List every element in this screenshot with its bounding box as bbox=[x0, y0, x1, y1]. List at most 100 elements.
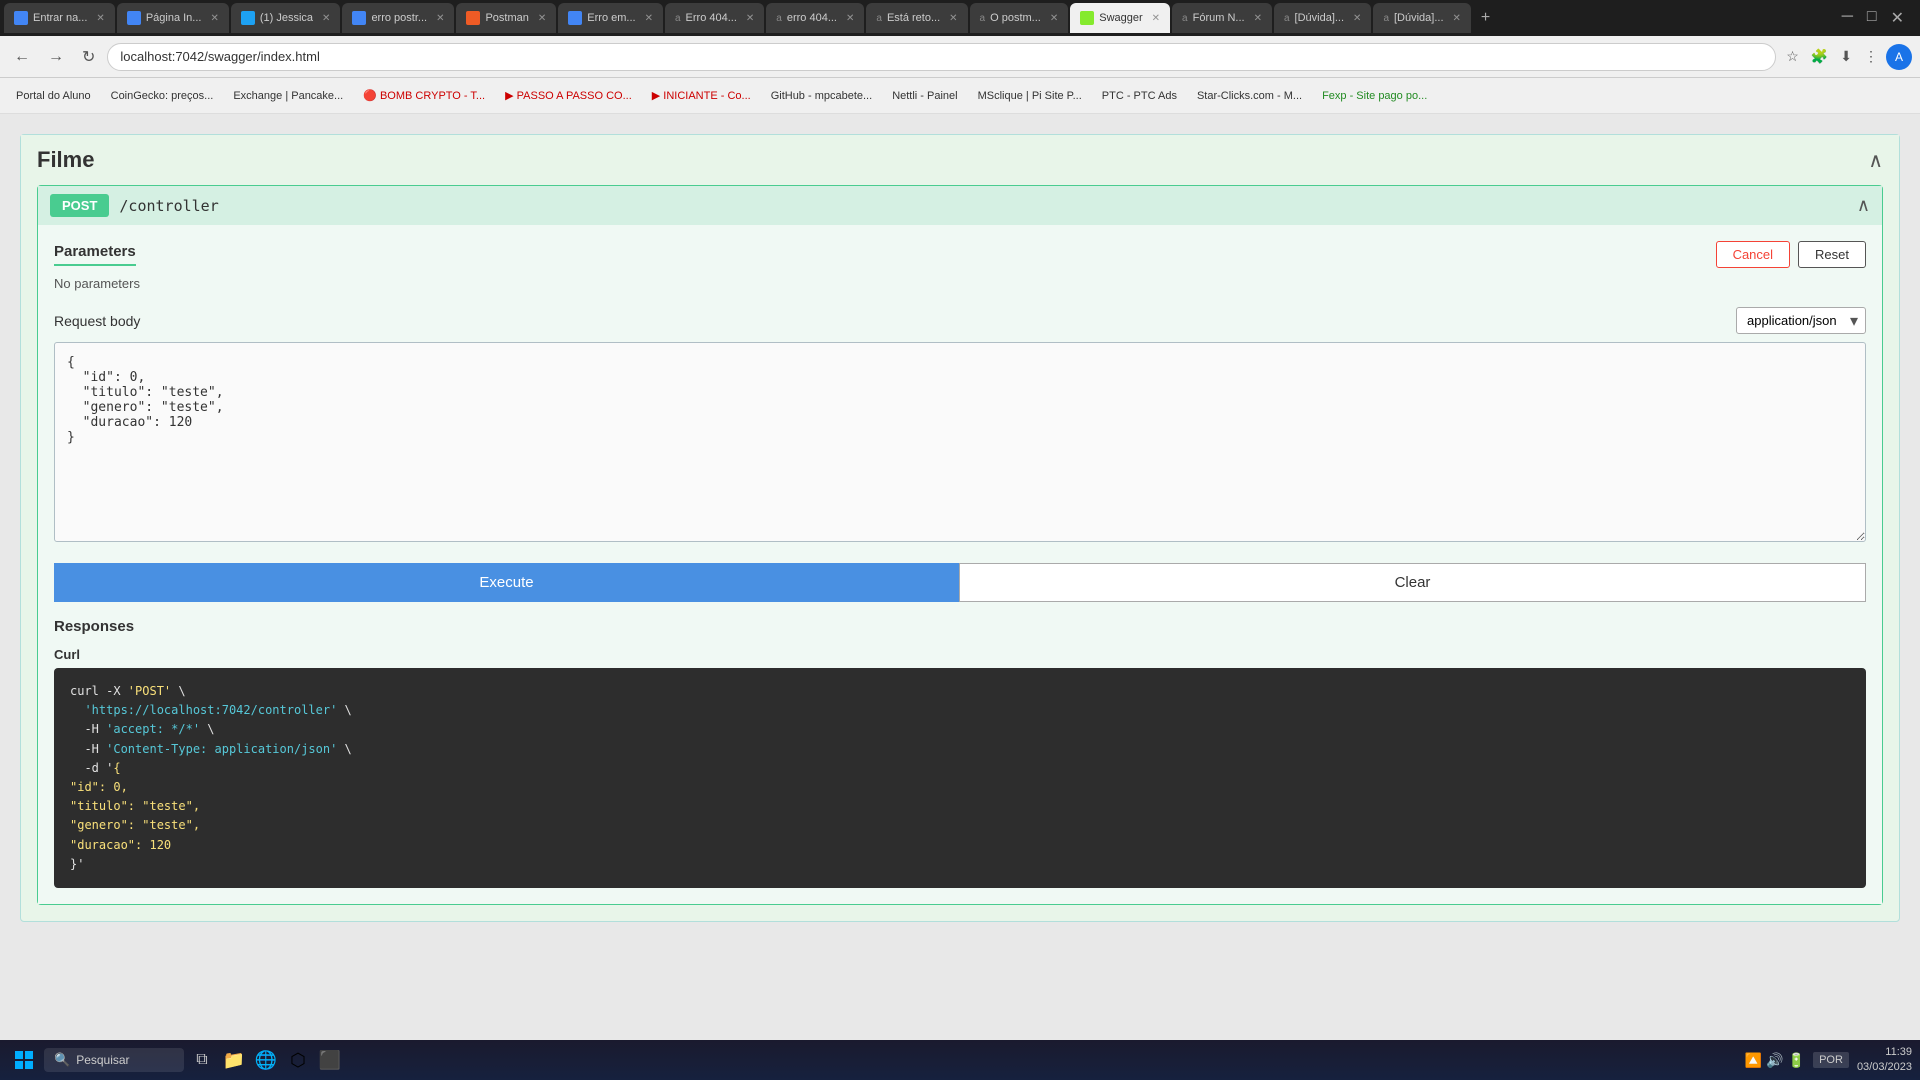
bookmark-portal-aluno[interactable]: Portal do Aluno bbox=[8, 87, 99, 105]
tab-close-6[interactable]: ✕ bbox=[645, 13, 653, 24]
tab-esta-reto[interactable]: a Está reto... ✕ bbox=[866, 3, 967, 33]
tab-forum[interactable]: a Fórum N... ✕ bbox=[1172, 3, 1272, 33]
minimize-button[interactable]: ─ bbox=[1838, 4, 1857, 32]
tray-icons: 🔼 🔊 🔋 bbox=[1745, 1052, 1805, 1069]
bookmark-fexp[interactable]: Fexp - Site pago po... bbox=[1314, 87, 1435, 105]
bookmark-starclicks[interactable]: Star-Clicks.com - M... bbox=[1189, 87, 1310, 105]
settings-button[interactable]: ⋮ bbox=[1860, 44, 1882, 69]
section-title: Filme bbox=[37, 147, 94, 173]
tab-close-5[interactable]: ✕ bbox=[538, 13, 546, 24]
forward-button[interactable]: → bbox=[42, 44, 70, 70]
system-clock[interactable]: 11:39 03/03/2023 bbox=[1857, 1045, 1912, 1076]
bookmark-exchange[interactable]: Exchange | Pancake... bbox=[225, 87, 351, 105]
section-collapse-icon[interactable]: ∧ bbox=[1868, 148, 1883, 173]
cancel-button[interactable]: Cancel bbox=[1716, 241, 1790, 268]
bookmark-star-button[interactable]: ☆ bbox=[1782, 44, 1803, 69]
url-text: localhost:7042/swagger/index.html bbox=[120, 49, 319, 64]
bookmark-coingecko[interactable]: CoinGecko: preços... bbox=[103, 87, 222, 105]
responses-title: Responses bbox=[54, 618, 1866, 635]
bookmark-github[interactable]: GitHub - mpcabete... bbox=[763, 87, 881, 105]
powershell-button[interactable]: ⬛ bbox=[316, 1046, 344, 1074]
tab-jessica[interactable]: (1) Jessica ✕ bbox=[231, 3, 341, 33]
tab-close-11[interactable]: ✕ bbox=[1152, 13, 1160, 24]
file-explorer-button[interactable]: 📁 bbox=[220, 1046, 248, 1074]
tab-close-10[interactable]: ✕ bbox=[1050, 13, 1058, 24]
req-body-title: Request body bbox=[54, 313, 140, 329]
bookmark-passo[interactable]: ▶ PASSO A PASSO CO... bbox=[497, 86, 640, 105]
tab-entrar[interactable]: Entrar na... ✕ bbox=[4, 3, 115, 33]
curl-code-block: curl -X 'POST' \ 'https://localhost:7042… bbox=[54, 668, 1866, 888]
request-body-section: Request body application/json { "id": 0,… bbox=[54, 307, 1866, 547]
action-buttons: Execute Clear bbox=[54, 563, 1866, 602]
req-body-header: Request body application/json bbox=[54, 307, 1866, 334]
endpoint-block-post: POST /controller ∧ Parameters Cancel Res… bbox=[37, 185, 1883, 905]
reset-button[interactable]: Reset bbox=[1798, 241, 1866, 268]
tab-erro-em[interactable]: Erro em... ✕ bbox=[558, 3, 663, 33]
clock-time: 11:39 bbox=[1857, 1045, 1912, 1060]
downloads-button[interactable]: ⬇ bbox=[1836, 44, 1856, 69]
tab-postman[interactable]: Postman ✕ bbox=[456, 3, 556, 33]
tab-close-14[interactable]: ✕ bbox=[1453, 13, 1461, 24]
tab-close[interactable]: ✕ bbox=[96, 13, 104, 24]
close-window-button[interactable]: ✕ bbox=[1887, 4, 1908, 32]
bookmark-nettli[interactable]: Nettli - Painel bbox=[884, 87, 965, 105]
execute-button[interactable]: Execute bbox=[54, 563, 959, 602]
taskbar-search[interactable]: 🔍 Pesquisar bbox=[44, 1048, 184, 1072]
main-content: Filme ∧ POST /controller ∧ Parameters Ca… bbox=[0, 114, 1920, 1040]
language-badge[interactable]: POR bbox=[1813, 1052, 1849, 1068]
vscode-button[interactable]: ⬡ bbox=[284, 1046, 312, 1074]
browser-icon: 🌐 bbox=[255, 1050, 277, 1071]
tab-duvida-1[interactable]: a [Dúvida]... ✕ bbox=[1274, 3, 1371, 33]
tab-close-9[interactable]: ✕ bbox=[949, 13, 957, 24]
tab-close-13[interactable]: ✕ bbox=[1353, 13, 1361, 24]
tab-duvida-2[interactable]: a [Dúvida]... ✕ bbox=[1373, 3, 1470, 33]
curl-section: Curl curl -X 'POST' \ 'https://localhost… bbox=[54, 647, 1866, 888]
tab-pagina[interactable]: Página In... ✕ bbox=[117, 3, 229, 33]
profile-avatar[interactable]: A bbox=[1886, 44, 1912, 70]
tab-close-2[interactable]: ✕ bbox=[210, 13, 218, 24]
bookmark-iniciante[interactable]: ▶ INICIANTE - Co... bbox=[644, 86, 759, 105]
responses-section: Responses Curl curl -X 'POST' \ 'https:/… bbox=[54, 618, 1866, 888]
taskview-icon: ⧉ bbox=[196, 1051, 207, 1069]
tab-close-4[interactable]: ✕ bbox=[436, 13, 444, 24]
start-button[interactable] bbox=[8, 1044, 40, 1076]
content-type-select[interactable]: application/json bbox=[1736, 307, 1866, 334]
swagger-filme-section: Filme ∧ POST /controller ∧ Parameters Ca… bbox=[20, 134, 1900, 922]
tab-erro-postr[interactable]: erro postr... ✕ bbox=[342, 3, 454, 33]
tab-swagger[interactable]: Swagger ✕ bbox=[1070, 3, 1170, 33]
tab-close-12[interactable]: ✕ bbox=[1254, 13, 1262, 24]
battery-icon[interactable]: 🔋 bbox=[1788, 1052, 1805, 1069]
speaker-icon[interactable]: 🔊 bbox=[1766, 1052, 1783, 1069]
maximize-button[interactable]: □ bbox=[1863, 4, 1881, 32]
navigation-bar: ← → ↻ localhost:7042/swagger/index.html … bbox=[0, 36, 1920, 78]
endpoint-header[interactable]: POST /controller ∧ bbox=[38, 186, 1882, 225]
extensions-button[interactable]: 🧩 bbox=[1807, 44, 1832, 69]
taskview-button[interactable]: ⧉ bbox=[188, 1046, 216, 1074]
tab-close-7[interactable]: ✕ bbox=[746, 13, 754, 24]
bookmarks-bar: Portal do Aluno CoinGecko: preços... Exc… bbox=[0, 78, 1920, 114]
folder-icon: 📁 bbox=[223, 1050, 245, 1071]
tab-erro404-2[interactable]: a erro 404... ✕ bbox=[766, 3, 864, 33]
clear-button[interactable]: Clear bbox=[959, 563, 1866, 602]
new-tab-button[interactable]: + bbox=[1473, 9, 1498, 27]
reload-button[interactable]: ↻ bbox=[76, 43, 101, 71]
bookmark-bomb-crypto[interactable]: 🔴 BOMB CRYPTO - T... bbox=[355, 86, 493, 105]
browser-button[interactable]: 🌐 bbox=[252, 1046, 280, 1074]
back-button[interactable]: ← bbox=[8, 44, 36, 70]
network-icon[interactable]: 🔼 bbox=[1745, 1052, 1762, 1069]
json-body-editor[interactable]: { "id": 0, "titulo": "teste", "genero": … bbox=[54, 342, 1866, 542]
tab-o-postm[interactable]: a O postm... ✕ bbox=[970, 3, 1069, 33]
endpoint-collapse-icon[interactable]: ∧ bbox=[1857, 195, 1870, 216]
swagger-section-header[interactable]: Filme ∧ bbox=[21, 135, 1899, 185]
no-params-text: No parameters bbox=[54, 276, 1866, 291]
endpoint-header-left: POST /controller bbox=[50, 194, 219, 217]
nav-right-icons: ☆ 🧩 ⬇ ⋮ A bbox=[1782, 44, 1912, 70]
bookmark-ptc[interactable]: PTC - PTC Ads bbox=[1094, 87, 1185, 105]
tab-erro404-1[interactable]: a Erro 404... ✕ bbox=[665, 3, 764, 33]
vscode-icon: ⬡ bbox=[290, 1050, 306, 1071]
address-bar[interactable]: localhost:7042/swagger/index.html bbox=[107, 43, 1776, 71]
endpoint-body: Parameters Cancel Reset No parameters Re… bbox=[38, 225, 1882, 904]
tab-close-3[interactable]: ✕ bbox=[322, 13, 330, 24]
bookmark-msclique[interactable]: MSclique | Pi Site P... bbox=[970, 87, 1090, 105]
tab-close-8[interactable]: ✕ bbox=[846, 13, 854, 24]
